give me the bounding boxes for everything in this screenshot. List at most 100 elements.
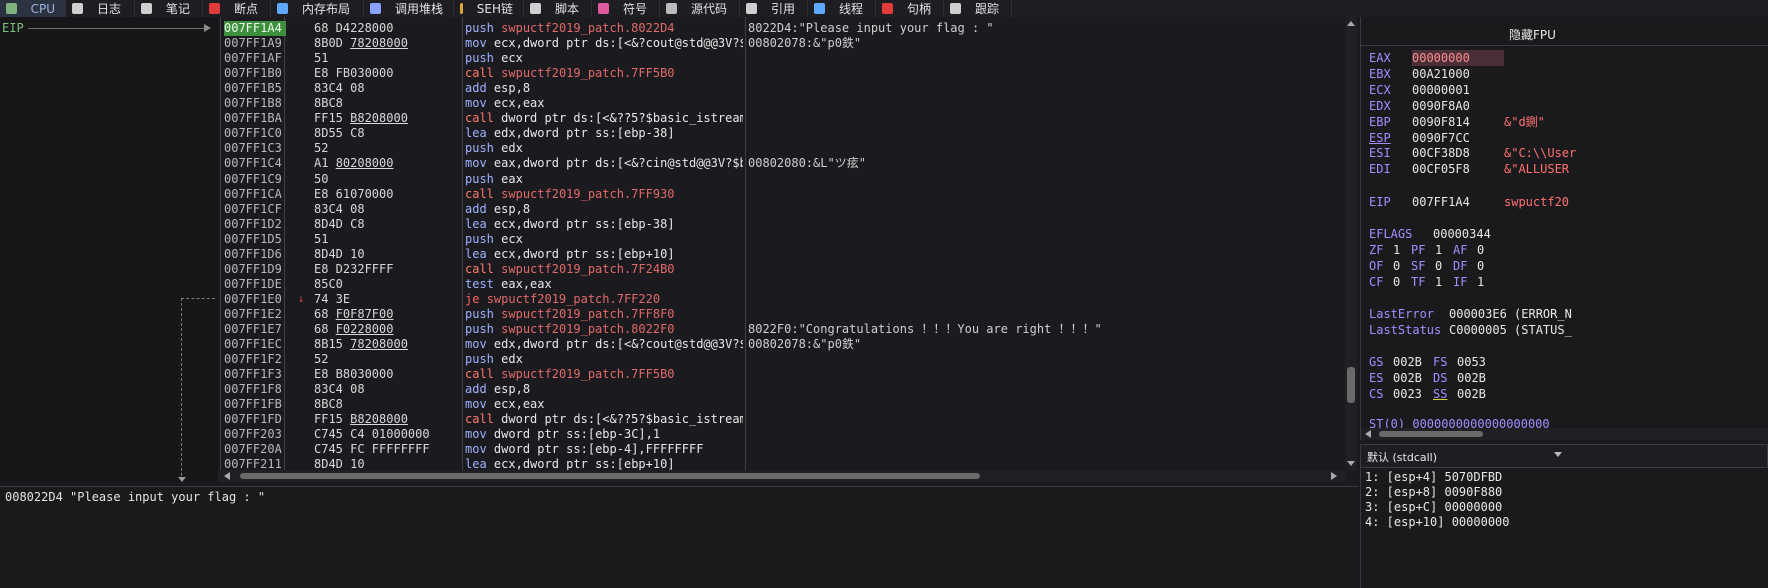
register-value[interactable]: 00000000 xyxy=(1412,50,1504,66)
disasm-row[interactable]: 007FF1AF 51 push ecx xyxy=(218,51,1343,66)
register-row[interactable]: OF 0 SF 0 DF 0 xyxy=(1369,258,1495,274)
tab-symbols[interactable]: 符号 xyxy=(592,0,660,17)
tab-notes[interactable]: 笔记 xyxy=(135,0,203,17)
disasm-row[interactable]: 007FF1D9 E8 D232FFFF call swpuctf2019_patc… xyxy=(218,262,1343,277)
disasm-row[interactable]: 007FF1DE 85C0 test eax,eax xyxy=(218,277,1343,292)
segment-value[interactable]: 002B xyxy=(1457,386,1497,402)
stack-argument-row[interactable]: 2: [esp+8] 0090F880 xyxy=(1365,485,1502,500)
flag-value[interactable]: 1 xyxy=(1477,274,1495,290)
flag-value[interactable]: 0 xyxy=(1393,258,1411,274)
scroll-left-icon[interactable] xyxy=(1365,430,1371,438)
disasm-row[interactable]: 007FF1CA E8 61070000 call swpuctf2019_patc… xyxy=(218,187,1343,202)
disassembly-view[interactable]: 007FF1A4 68 D4228000 push swpuctf2019_patc… xyxy=(218,17,1343,470)
stack-argument-row[interactable]: 4: [esp+10] 00000000 xyxy=(1365,515,1510,530)
disasm-row[interactable]: 007FF20A C745 FC FFFFFFFF mov dword ptr ss… xyxy=(218,442,1343,457)
disasm-row[interactable]: 007FF203 C745 C4 01000000 mov dword ptr ss… xyxy=(218,427,1343,442)
disasm-row[interactable]: 007FF211 8D4D 10 lea ecx,dword ptr ss:[ebp… xyxy=(218,457,1343,470)
tab-source[interactable]: 源代码 xyxy=(660,0,740,17)
flag-value[interactable]: 1 xyxy=(1435,274,1453,290)
register-value[interactable]: C0000005 (STATUS_ xyxy=(1449,323,1572,337)
disasm-row[interactable]: 007FF1F3 E8 B8030000 call swpuctf2019_patc… xyxy=(218,367,1343,382)
scroll-thumb[interactable] xyxy=(1347,367,1355,403)
register-row[interactable]: GS 002B FS 0053 xyxy=(1369,354,1497,370)
disasm-row[interactable]: 007FF1A4 68 D4228000 push swpuctf2019_patc… xyxy=(218,21,1343,36)
stack-argument-row[interactable]: 1: [esp+4] 5070DFBD xyxy=(1365,470,1502,485)
register-value[interactable]: 000003E6 (ERROR_N xyxy=(1449,307,1572,321)
register-row[interactable]: ES 002B DS 002B xyxy=(1369,370,1497,386)
register-row[interactable]: ST(0) 0000000000000000000 xyxy=(1369,416,1550,428)
registers-panel[interactable]: 隐藏FPU EAX 00000000 EBX 00A21000 ECX 00000001 E… xyxy=(1360,17,1768,428)
disasm-vertical-scrollbar[interactable] xyxy=(1345,17,1357,470)
tab-cpu[interactable]: CPU xyxy=(0,0,66,17)
segment-value[interactable]: 002B xyxy=(1457,370,1497,386)
disasm-row[interactable]: 007FF1D6 8D4D 10 lea ecx,dword ptr ss:[ebp… xyxy=(218,247,1343,262)
register-value[interactable]: 0090F7CC xyxy=(1412,130,1504,146)
tab-log[interactable]: 日志 xyxy=(66,0,135,17)
flag-value[interactable]: 1 xyxy=(1435,242,1453,258)
segment-value[interactable]: 0023 xyxy=(1393,386,1433,402)
disasm-row[interactable]: 007FF1B0 E8 FB030000 call swpuctf2019_patc… xyxy=(218,66,1343,81)
register-value[interactable]: 007FF1A4 xyxy=(1412,194,1504,210)
disasm-row[interactable]: 007FF1CF 83C4 08 add esp,8 xyxy=(218,202,1343,217)
flag-value[interactable]: 0 xyxy=(1393,274,1411,290)
register-row[interactable]: EDX 0090F8A0 xyxy=(1369,98,1504,114)
disasm-row[interactable]: 007FF1F8 83C4 08 add esp,8 xyxy=(218,382,1343,397)
tab-memory-map[interactable]: 内存布局 xyxy=(271,0,364,17)
scroll-thumb[interactable] xyxy=(1379,431,1483,437)
disasm-row[interactable]: 007FF1C3 52 push edx xyxy=(218,141,1343,156)
tab-references[interactable]: 引用 xyxy=(740,0,808,17)
calling-convention-select[interactable]: 默认 (stdcall) xyxy=(1360,444,1768,468)
stack-arguments-panel[interactable]: 1: [esp+4] 5070DFBD 2: [esp+8] 0090F880 3:… xyxy=(1360,468,1768,588)
tab-seh[interactable]: SEH链 xyxy=(454,0,524,17)
disasm-row[interactable]: 007FF1BA FF15 B8208000 call dword ptr ds:[… xyxy=(218,111,1343,126)
tab-threads[interactable]: 线程 xyxy=(808,0,876,17)
disasm-row[interactable]: 007FF1E2 68 F0F87F00 push swpuctf2019_patc… xyxy=(218,307,1343,322)
scroll-right-icon[interactable] xyxy=(1331,472,1337,480)
disasm-row[interactable]: 007FF1C0 8D55 C8 lea edx,dword ptr ss:[ebp… xyxy=(218,126,1343,141)
scroll-left-icon[interactable] xyxy=(224,472,230,480)
flag-value[interactable]: 0 xyxy=(1477,242,1495,258)
disasm-row[interactable]: 007FF1E0 ↓ 74 3E je swpuctf2019_patch.7FF22… xyxy=(218,292,1343,307)
scroll-up-icon[interactable] xyxy=(1347,21,1355,26)
disasm-row[interactable]: 007FF1EC 8B15 78208000 mov edx,dword ptr d… xyxy=(218,337,1343,352)
disasm-row[interactable]: 007FF1FD FF15 B8208000 call dword ptr ds:[… xyxy=(218,412,1343,427)
disasm-row[interactable]: 007FF1B5 83C4 08 add esp,8 xyxy=(218,81,1343,96)
disasm-row[interactable]: 007FF1F2 52 push edx xyxy=(218,352,1343,367)
register-row[interactable]: ESP 0090F7CC xyxy=(1369,130,1504,146)
register-row[interactable]: ESI 00CF38D8 &"C:\\User xyxy=(1369,145,1576,161)
disasm-row[interactable]: 007FF1E7 68 F0228000 push swpuctf2019_patc… xyxy=(218,322,1343,337)
register-value[interactable]: 00000001 xyxy=(1412,82,1504,98)
register-value[interactable]: 00A21000 xyxy=(1412,66,1504,82)
register-row[interactable]: EIP 007FF1A4 swpuctf20 xyxy=(1369,194,1569,210)
registers-horizontal-scrollbar[interactable] xyxy=(1360,428,1768,440)
tab-handles[interactable]: 句柄 xyxy=(876,0,944,17)
register-value[interactable]: 00000344 xyxy=(1433,227,1491,241)
tab-call-stack[interactable]: 调用堆栈 xyxy=(364,0,454,17)
register-row[interactable]: EDI 00CF05F8 &"ALLUSER xyxy=(1369,161,1569,177)
scroll-thumb[interactable] xyxy=(240,473,980,479)
register-row[interactable]: CS 0023 SS 002B xyxy=(1369,386,1497,402)
disasm-row[interactable]: 007FF1C9 50 push eax xyxy=(218,172,1343,187)
register-row[interactable]: EBX 00A21000 xyxy=(1369,66,1504,82)
disasm-horizontal-scrollbar[interactable] xyxy=(218,470,1345,482)
register-value[interactable]: 00CF05F8 xyxy=(1412,161,1504,177)
tab-trace[interactable]: 跟踪 xyxy=(944,0,1012,17)
register-row[interactable]: CF 0 TF 1 IF 1 xyxy=(1369,274,1495,290)
stack-argument-row[interactable]: 3: [esp+C] 00000000 xyxy=(1365,500,1502,515)
tab-breakpoint[interactable]: 断点 xyxy=(203,0,271,17)
register-row[interactable]: LastStatus C0000005 (STATUS_ xyxy=(1369,322,1572,338)
disasm-row[interactable]: 007FF1A9 8B0D 78208000 mov ecx,dword ptr d… xyxy=(218,36,1343,51)
register-value[interactable]: 0090F8A0 xyxy=(1412,98,1504,114)
register-row[interactable]: ECX 00000001 xyxy=(1369,82,1504,98)
disasm-row[interactable]: 007FF1D5 51 push ecx xyxy=(218,232,1343,247)
chevron-down-icon[interactable] xyxy=(1554,452,1562,457)
register-row[interactable]: EFLAGS 00000344 xyxy=(1369,226,1491,242)
segment-value[interactable]: 002B xyxy=(1393,370,1433,386)
tab-script[interactable]: 脚本 xyxy=(524,0,592,17)
register-row[interactable]: EBP 0090F814 &"d鍘" xyxy=(1369,114,1545,130)
disasm-row[interactable]: 007FF1B8 8BC8 mov ecx,eax xyxy=(218,96,1343,111)
register-row[interactable]: EAX 00000000 xyxy=(1369,50,1504,66)
hide-fpu-button[interactable]: 隐藏FPU xyxy=(1509,26,1556,43)
disasm-row[interactable]: 007FF1D2 8D4D C8 lea ecx,dword ptr ss:[ebp… xyxy=(218,217,1343,232)
disasm-row[interactable]: 007FF1FB 8BC8 mov ecx,eax xyxy=(218,397,1343,412)
